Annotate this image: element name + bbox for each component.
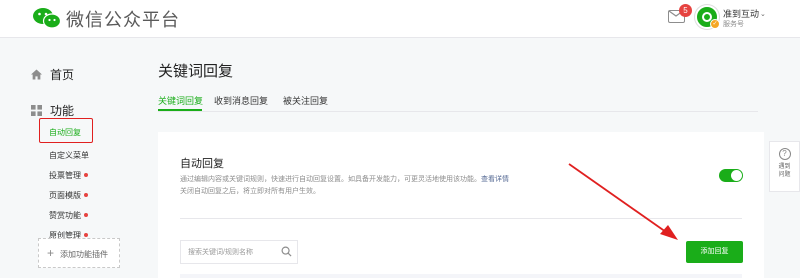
add-plugin-label: 添加功能插件: [60, 250, 109, 259]
card-note: 关闭自动回复之后，将立即对所有用户生效。: [180, 188, 320, 195]
sidebar-item-label: 首页: [50, 68, 75, 82]
highlight-box-annotation: [39, 118, 93, 143]
question-icon: ?: [778, 148, 791, 160]
sidebar-item-page-template[interactable]: 页面模版: [49, 190, 88, 201]
verified-icon: ✓: [710, 19, 720, 29]
help-label-1: 遇到: [778, 164, 791, 170]
tab-follow-reply[interactable]: 被关注回复: [283, 94, 328, 107]
auto-reply-toggle[interactable]: [719, 169, 743, 182]
description-text: 通过编辑内容或关键词规则，快速进行自动回复设置。如具备开发能力，可更灵活地使用该…: [180, 176, 481, 183]
sidebar-section-function[interactable]: 功能: [31, 102, 74, 119]
home-icon: [31, 69, 42, 80]
keyword-search: [180, 240, 298, 264]
grid-icon: [31, 105, 42, 116]
sidebar-item-label: 赞赏功能: [49, 211, 81, 220]
new-dot: [84, 193, 88, 197]
tab-message-reply[interactable]: 收到消息回复: [214, 94, 268, 107]
sidebar-item-custom-menu[interactable]: 自定义菜单: [49, 150, 89, 161]
view-details-link[interactable]: 查看详情: [481, 176, 509, 183]
auto-reply-card: 自动回复 通过编辑内容或关键词规则，快速进行自动回复设置。如具备开发能力，可更灵…: [158, 132, 764, 278]
chevron-down-icon[interactable]: ⌄: [760, 10, 766, 18]
search-input[interactable]: [181, 241, 281, 263]
account-type: 服务号: [723, 21, 744, 28]
sidebar-item-reward[interactable]: 赞赏功能: [49, 210, 88, 221]
sidebar-item-label: 自定义菜单: [49, 151, 89, 160]
message-count-badge: 5: [679, 4, 692, 17]
plus-icon: +: [47, 246, 55, 260]
rule-list-header: [180, 274, 742, 278]
tabs-divider: [158, 111, 758, 112]
add-reply-button[interactable]: 添加回复: [686, 241, 743, 263]
page-title: 关键词回复: [158, 63, 234, 80]
top-bar: 微信公众平台 5 ✓ 准到互动 服务号 ⌄: [0, 0, 800, 38]
toggle-knob: [731, 170, 742, 181]
new-dot: [84, 173, 88, 177]
card-title: 自动回复: [180, 158, 224, 170]
sidebar-item-vote[interactable]: 投票管理: [49, 170, 88, 181]
new-dot: [84, 233, 88, 237]
sidebar-item-label: 投票管理: [49, 171, 81, 180]
help-label-2: 问题: [778, 172, 791, 178]
add-plugin-button[interactable]: + 添加功能插件: [38, 238, 120, 268]
sidebar-item-label: 页面模版: [49, 191, 81, 200]
sidebar-item-home[interactable]: 首页: [31, 66, 74, 83]
card-description: 通过编辑内容或关键词规则，快速进行自动回复设置。如具备开发能力，可更灵活地使用该…: [180, 174, 509, 184]
sidebar-section-label: 功能: [50, 104, 75, 118]
new-dot: [84, 213, 88, 217]
search-icon[interactable]: [281, 246, 292, 257]
wechat-logo-icon[interactable]: [31, 6, 63, 30]
tab-keyword-reply[interactable]: 关键词回复: [158, 94, 203, 107]
brand-title: 微信公众平台: [66, 10, 180, 30]
card-divider: [180, 218, 742, 219]
help-widget[interactable]: ? 遇到 问题: [769, 141, 800, 192]
